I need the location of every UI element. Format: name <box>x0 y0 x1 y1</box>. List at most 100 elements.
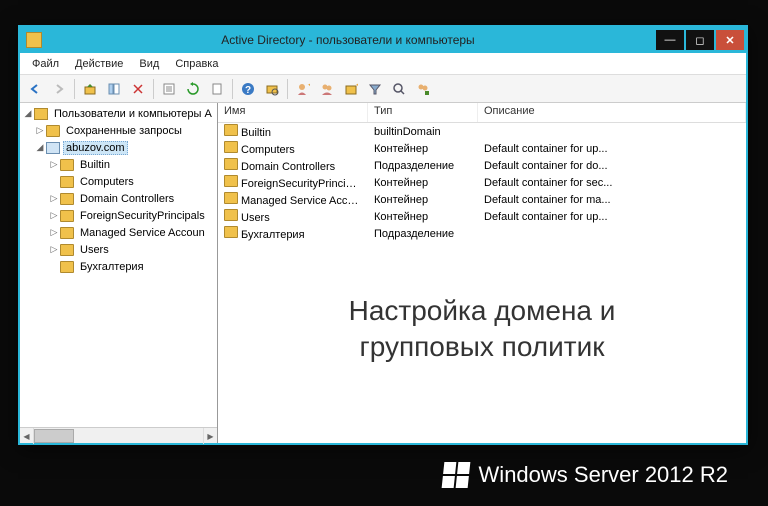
column-type[interactable]: Тип <box>368 103 478 122</box>
new-user-button[interactable]: ✦ <box>292 78 314 100</box>
menubar: Файл Действие Вид Справка <box>20 53 746 75</box>
folder-icon <box>224 209 238 221</box>
expand-icon[interactable]: ◢ <box>22 108 34 119</box>
expand-icon[interactable]: ▷ <box>48 193 60 204</box>
new-group-button[interactable] <box>316 78 338 100</box>
tree-root[interactable]: ◢Пользователи и компьютеры A <box>20 105 217 122</box>
tree-msa[interactable]: ▷ Managed Service Accoun <box>20 224 217 241</box>
window-title: Active Directory - пользователи и компью… <box>42 33 654 47</box>
list-header: Имя Тип Описание <box>218 103 746 123</box>
folder-icon <box>60 244 74 256</box>
find-button[interactable] <box>261 78 283 100</box>
svg-text:✦: ✦ <box>307 82 310 90</box>
folder-icon <box>224 141 238 153</box>
delete-button[interactable] <box>127 78 149 100</box>
overlay-line1: Настройка домена и <box>218 293 746 329</box>
forward-button[interactable] <box>48 78 70 100</box>
overlay-line2: групповых политик <box>218 329 746 365</box>
list-row[interactable]: Domain ControllersПодразделениеDefault c… <box>218 157 746 174</box>
windows-logo-icon <box>441 462 470 488</box>
cell-type: Подразделение <box>368 228 478 240</box>
scroll-thumb[interactable] <box>34 429 74 443</box>
cell-type: Контейнер <box>368 211 478 223</box>
list-row[interactable]: BuiltinbuiltinDomain <box>218 123 746 140</box>
scroll-left-icon[interactable]: ◀ <box>20 428 34 444</box>
minimize-button[interactable]: — <box>656 30 684 50</box>
tree-label: Users <box>77 243 112 257</box>
cell-desc: Default container for up... <box>478 211 746 223</box>
tree-label: Managed Service Accoun <box>77 226 208 240</box>
app-icon <box>26 32 42 48</box>
column-name[interactable]: Имя <box>218 103 368 122</box>
folder-icon <box>60 193 74 205</box>
folder-icon <box>46 125 60 137</box>
cell-type: Контейнер <box>368 177 478 189</box>
svg-text:?: ? <box>245 85 251 96</box>
expand-icon[interactable]: ▷ <box>48 159 60 170</box>
tree-label: Computers <box>77 175 137 189</box>
expand-icon[interactable]: ▷ <box>48 210 60 221</box>
properties-button[interactable] <box>158 78 180 100</box>
overlay-caption: Настройка домена и групповых политик <box>218 293 746 366</box>
list-row[interactable]: ComputersКонтейнерDefault container for … <box>218 140 746 157</box>
refresh-button[interactable] <box>182 78 204 100</box>
tree-saved-queries[interactable]: ▷Сохраненные запросы <box>20 122 217 139</box>
close-button[interactable]: ✕ <box>716 30 744 50</box>
folder-icon <box>224 158 238 170</box>
menu-view[interactable]: Вид <box>131 56 167 72</box>
cell-desc: Default container for sec... <box>478 177 746 189</box>
show-hide-tree-button[interactable] <box>103 78 125 100</box>
help-button[interactable]: ? <box>237 78 259 100</box>
tree-builtin[interactable]: ▷Builtin <box>20 156 217 173</box>
cell-desc: Default container for do... <box>478 160 746 172</box>
tree-fsp[interactable]: ▷ ForeignSecurityPrincipals <box>20 207 217 224</box>
list-pane: Имя Тип Описание BuiltinbuiltinDomainCom… <box>218 103 746 443</box>
tree-label: Бухгалтерия <box>77 260 147 274</box>
tree-domain-controllers[interactable]: ▷Domain Controllers <box>20 190 217 207</box>
maximize-button[interactable]: ◻ <box>686 30 714 50</box>
titlebar[interactable]: Active Directory - пользователи и компью… <box>20 27 746 53</box>
tree-label: ForeignSecurityPrincipals <box>77 209 208 223</box>
tree-users[interactable]: ▷ Users <box>20 241 217 258</box>
list-row[interactable]: Managed Service Accou...КонтейнерDefault… <box>218 191 746 208</box>
cell-name: Domain Controllers <box>218 158 368 173</box>
footer-branding: Windows Server 2012 R2 <box>443 462 728 488</box>
menu-file[interactable]: Файл <box>24 56 67 72</box>
cell-desc: Default container for up... <box>478 143 746 155</box>
folder-icon <box>224 226 238 238</box>
export-button[interactable] <box>206 78 228 100</box>
up-folder-button[interactable] <box>79 78 101 100</box>
new-ou-button[interactable]: ✦ <box>340 78 362 100</box>
folder-icon <box>34 108 48 120</box>
filter-button[interactable] <box>364 78 386 100</box>
svg-text:✦: ✦ <box>355 82 358 90</box>
list-row[interactable]: ForeignSecurityPrincipalsКонтейнерDefaul… <box>218 174 746 191</box>
expand-icon[interactable]: ▷ <box>48 227 60 238</box>
tree-accounting[interactable]: Бухгалтерия <box>20 258 217 275</box>
search-button[interactable] <box>388 78 410 100</box>
tree-domain[interactable]: ◢ abuzov.com <box>20 139 217 156</box>
tree-horizontal-scrollbar[interactable]: ◀ ▶ <box>20 427 217 443</box>
menu-help[interactable]: Справка <box>167 56 226 72</box>
footer-text: Windows Server 2012 R2 <box>479 462 728 488</box>
folder-icon <box>60 176 74 188</box>
cell-name: Бухгалтерия <box>218 226 368 241</box>
cell-name: Computers <box>218 141 368 156</box>
back-button[interactable] <box>24 78 46 100</box>
menu-action[interactable]: Действие <box>67 56 131 72</box>
list-row[interactable]: БухгалтерияПодразделение <box>218 225 746 242</box>
cell-name: Users <box>218 209 368 224</box>
cell-desc: Default container for ma... <box>478 194 746 206</box>
tree-label: abuzov.com <box>63 141 128 155</box>
list-body: BuiltinbuiltinDomainComputersКонтейнерDe… <box>218 123 746 443</box>
list-row[interactable]: UsersКонтейнерDefault container for up..… <box>218 208 746 225</box>
expand-icon[interactable]: ▷ <box>34 125 46 136</box>
column-description[interactable]: Описание <box>478 103 746 122</box>
ad-users-computers-window: Active Directory - пользователи и компью… <box>18 25 748 445</box>
folder-icon <box>224 192 238 204</box>
scroll-right-icon[interactable]: ▶ <box>203 428 217 444</box>
tree-computers[interactable]: Computers <box>20 173 217 190</box>
expand-icon[interactable]: ▷ <box>48 244 60 255</box>
add-to-group-button[interactable] <box>412 78 434 100</box>
expand-icon[interactable]: ◢ <box>34 142 46 153</box>
